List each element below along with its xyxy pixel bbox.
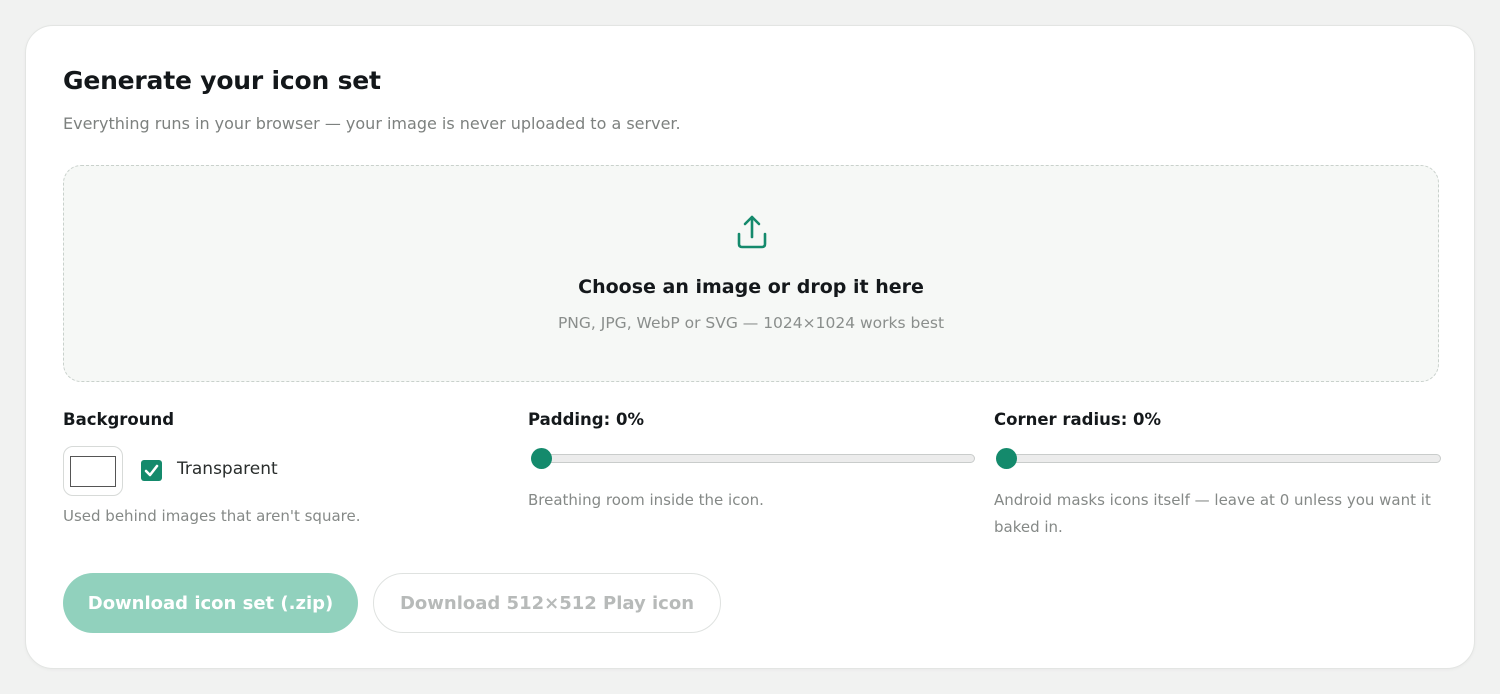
- padding-label: Padding: 0%: [528, 410, 644, 429]
- padding-slider-thumb[interactable]: [531, 448, 552, 469]
- padding-slider[interactable]: [531, 454, 975, 463]
- checkmark-icon: [144, 464, 159, 477]
- page-title: Generate your icon set: [63, 66, 381, 95]
- corner-radius-help-line2: baked in.: [994, 518, 1063, 536]
- background-color-swatch[interactable]: [63, 446, 123, 496]
- corner-radius-label: Corner radius: 0%: [994, 410, 1162, 429]
- transparent-label[interactable]: Transparent: [177, 459, 278, 479]
- icon-generator-card: Generate your icon set Everything runs i…: [25, 25, 1475, 669]
- image-dropzone[interactable]: Choose an image or drop it here PNG, JPG…: [63, 165, 1439, 382]
- page-subtitle: Everything runs in your browser — your i…: [63, 114, 681, 133]
- background-help: Used behind images that aren't square.: [63, 507, 361, 525]
- background-label: Background: [63, 410, 175, 429]
- dropzone-title: Choose an image or drop it here: [578, 276, 924, 298]
- download-zip-button[interactable]: Download icon set (.zip): [63, 573, 358, 633]
- corner-radius-help-line1: Android masks icons itself — leave at 0 …: [994, 491, 1431, 509]
- corner-radius-slider-thumb[interactable]: [996, 448, 1017, 469]
- transparent-checkbox[interactable]: [141, 460, 162, 481]
- dropzone-subtitle: PNG, JPG, WebP or SVG — 1024×1024 works …: [557, 314, 945, 332]
- upload-icon: [737, 215, 767, 249]
- corner-radius-slider[interactable]: [997, 454, 1441, 463]
- padding-help: Breathing room inside the icon.: [528, 491, 764, 509]
- download-play-icon-button[interactable]: Download 512×512 Play icon: [373, 573, 721, 633]
- color-swatch-preview: [70, 456, 116, 487]
